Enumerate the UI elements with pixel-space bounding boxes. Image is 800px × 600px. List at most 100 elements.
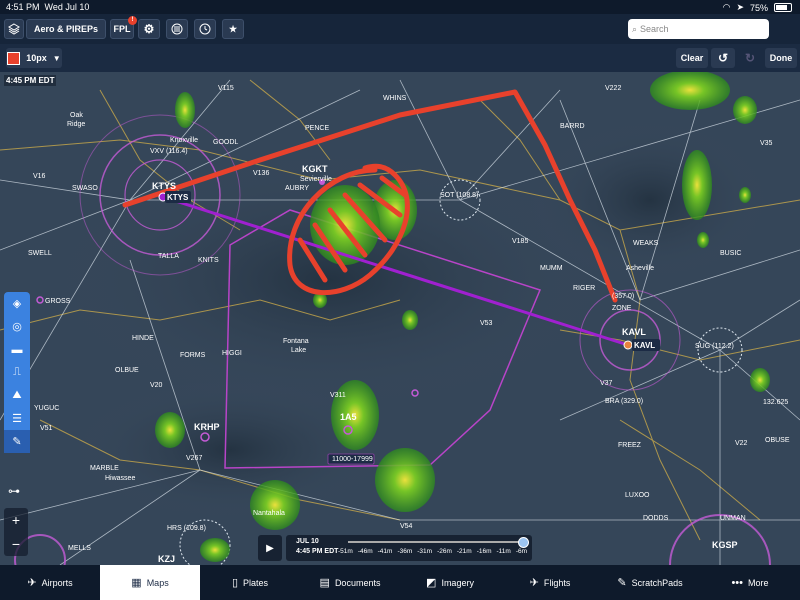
label-asheville: Asheville (626, 265, 654, 272)
search-placeholder: Search (640, 24, 669, 34)
label-v54: V54 (400, 523, 413, 530)
label-knits: KNITS (198, 257, 219, 264)
tab-documents[interactable]: ▤ Documents (300, 565, 400, 600)
timeline-tick: -6m (515, 548, 528, 555)
timeline-tick: -41m (377, 548, 393, 555)
pen-icon: ✎ (12, 436, 22, 448)
label-kgkt: KGKT (302, 164, 328, 174)
timeline-track[interactable] (348, 541, 520, 543)
measure-icon[interactable]: ⊶ (8, 484, 20, 498)
tab-plates[interactable]: ▯ Plates (200, 565, 300, 600)
waypoint-tool-button[interactable]: ◈ (4, 292, 30, 315)
tab-label: Plates (243, 577, 269, 588)
label-v22: V22 (735, 440, 748, 447)
done-button[interactable]: Done (765, 48, 797, 68)
label-v311: V311 (330, 392, 346, 399)
zoom-control: + − (4, 508, 28, 556)
label-frequency: 132.625 (763, 399, 788, 406)
search-input[interactable]: ⌕ Search (628, 19, 769, 39)
battery-icon (774, 3, 792, 12)
chevron-down-icon: ▼ (52, 53, 61, 63)
label-v185: V185 (512, 238, 528, 245)
airplane-icon: ✈ (27, 577, 37, 589)
tab-scratchpads[interactable]: ✎ ScratchPads (600, 565, 700, 600)
gear-icon[interactable]: ⚙ (138, 19, 160, 39)
tab-flights[interactable]: ✈ Flights (500, 565, 600, 600)
label-freez: FREEZ (618, 442, 642, 449)
label-hinde: HINDE (132, 335, 154, 342)
tab-label: Airports (41, 577, 73, 588)
redo-icon[interactable]: ↻ (738, 48, 762, 68)
label-v222: V222 (605, 85, 621, 92)
label-sug: SUG (112.2) (695, 343, 734, 350)
map-tool-palette: ◈ ◎ ▬ ⎍ ⛰ ☰ ✎ (4, 292, 30, 453)
map-view[interactable]: Oak Ridge Knoxville VXV (116.4) GOODL WH… (0, 72, 800, 565)
battery-percent: 75% (749, 2, 768, 13)
tab-label: Flights (543, 577, 571, 588)
runway-icon: ▬ (11, 343, 23, 356)
tab-maps[interactable]: ▦ Maps (100, 565, 200, 600)
label-goodl: GOODL (213, 139, 238, 146)
label-v20: V20 (150, 382, 163, 389)
map-icon: ▦ (131, 577, 142, 589)
label-sevierville: Sevierville (300, 176, 332, 183)
list-icon: ☰ (12, 413, 22, 425)
list-tool-button[interactable]: ☰ (4, 407, 30, 430)
pen-tool-button[interactable]: ✎ (4, 430, 30, 453)
label-oak-ridge: Oak (70, 112, 83, 119)
layer-selector-button[interactable]: Aero & PIREPs (26, 19, 106, 39)
fpl-alert-badge: ! (128, 16, 137, 25)
clear-button[interactable]: Clear (676, 48, 708, 68)
timeline-tick: -36m (397, 548, 413, 555)
undo-icon[interactable]: ↺ (711, 48, 735, 68)
route-tool-button[interactable]: ◎ (4, 315, 30, 338)
profile-tool-button[interactable]: ⎍ (4, 361, 30, 384)
star-clock-icon[interactable]: ★ (222, 19, 244, 39)
label-unman: UNMAN (720, 515, 746, 522)
tab-label: Imagery (441, 577, 474, 588)
terrain-tool-button[interactable]: ⛰ (4, 384, 30, 407)
label-oak-ridge-2: Ridge (67, 121, 85, 128)
label-hrs: HRS (109.8) (167, 525, 206, 532)
timeline-tick: -16m (476, 548, 492, 555)
label-v115: V115 (218, 85, 234, 92)
tab-label: Maps (146, 577, 169, 588)
label-v53: V53 (480, 320, 493, 327)
runway-tool-button[interactable]: ▬ (4, 338, 30, 361)
label-zone: ZONE (612, 305, 632, 312)
clock-icon[interactable] (194, 19, 216, 39)
fpl-button[interactable]: FPL ! (110, 16, 137, 39)
compass-icon[interactable] (166, 19, 188, 39)
stroke-size-selector[interactable]: 10px ▼ (6, 48, 62, 68)
timeline-ticks: -51m -46m -41m -36m -31m -26m -21m -16m … (338, 548, 527, 555)
tab-more[interactable]: ••• More (700, 565, 800, 600)
ios-status-bar: 4:51 PM Wed Jul 10 ◠ ➤ 75% (0, 0, 800, 14)
label-yuguc: YUGUC (34, 405, 59, 412)
tab-airports[interactable]: ✈ Airports (0, 565, 100, 600)
zoom-in-button[interactable]: + (12, 512, 20, 528)
label-higgi: HIGGI (222, 350, 242, 357)
label-v267: V267 (186, 455, 202, 462)
terrain-icon: ⛰ (12, 389, 22, 401)
sectional-map[interactable]: Oak Ridge Knoxville VXV (116.4) GOODL WH… (0, 72, 800, 565)
timeline-tick: -51m (338, 548, 353, 555)
label-mells: MELLS (68, 545, 91, 552)
label-altitude-block: 11000-17999 (332, 456, 373, 463)
timeline-scrubber[interactable] (518, 537, 529, 548)
waypoint-icon: ◈ (12, 298, 22, 310)
label-whins: WHINS (383, 95, 407, 102)
radar-timeline: ▶ JUL 10 4:45 PM EDT -51m -46m -41m -36m… (258, 535, 532, 561)
timeline-tick: -31m (417, 548, 433, 555)
play-icon[interactable]: ▶ (258, 535, 282, 561)
label-obuse: OBUSE (765, 437, 790, 444)
layers-icon[interactable] (4, 19, 24, 39)
label-v136: V136 (253, 170, 269, 177)
label-luxoo: LUXOO (625, 492, 650, 499)
timeline-tick: -46m (357, 548, 373, 555)
status-clock: 4:51 PM Wed Jul 10 (6, 2, 89, 12)
label-swell: SWELL (28, 250, 52, 257)
zoom-out-button[interactable]: − (12, 536, 20, 552)
stroke-size-label: 10px (26, 53, 47, 63)
tab-imagery[interactable]: ◩ Imagery (400, 565, 500, 600)
status-date: Wed Jul 10 (44, 2, 90, 12)
